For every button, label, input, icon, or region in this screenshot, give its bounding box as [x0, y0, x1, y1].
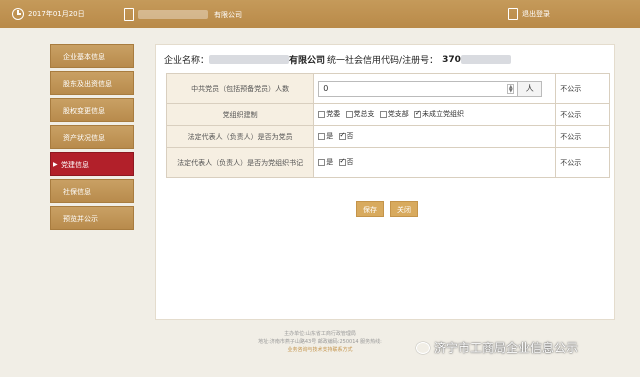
redacted-name — [138, 10, 208, 19]
logout-icon — [508, 8, 518, 20]
sidebar-item-preview[interactable]: 预览并公示 — [50, 206, 134, 230]
play-arrow-icon: ▶ — [53, 161, 58, 168]
checkbox-branch[interactable]: 党支部 — [379, 109, 409, 119]
main-panel: 企业名称： 有限公司 统一社会信用代码/注册号： 370 中共党员（包括预备党员… — [155, 44, 615, 320]
checkbox-no[interactable]: 否 — [338, 157, 354, 167]
sidebar-item-basic-info[interactable]: 企业基本信息 — [50, 44, 134, 68]
document-icon — [124, 8, 134, 21]
redacted-credit-code — [460, 55, 511, 64]
party-form-table: 中共党员（包括预备党员）人数 0 ▲ ▼ 人 不公示 党组织建制 党委 党总支 党… — [165, 73, 610, 178]
legal-rep-secretary-label: 法定代表人（负责人）是否为党组织书记 — [165, 147, 315, 178]
table-row: 党组织建制 党委 党总支 党支部 未成立党组织 不公示 — [165, 103, 610, 126]
company-display: 有限公司 — [124, 8, 242, 21]
sidebar-item-shareholders[interactable]: 股东及出资信息 — [50, 71, 134, 95]
party-organization-label: 党组织建制 — [165, 103, 315, 126]
table-row: 法定代表人（负责人）是否为党员 是 否 不公示 — [165, 125, 610, 148]
top-bar: 2017年01月20日 有限公司 退出登录 — [0, 0, 640, 28]
sidebar-item-assets[interactable]: 资产状况信息 — [50, 125, 134, 149]
logout-label[interactable]: 退出登录 — [522, 9, 550, 19]
unit-label: 人 — [518, 80, 543, 97]
wechat-icon — [416, 341, 430, 354]
date-text: 2017年01月20日 — [28, 10, 85, 18]
redacted-company — [209, 55, 290, 64]
checkbox-no[interactable]: 否 — [338, 131, 354, 141]
publicity-status: 不公示 — [555, 73, 610, 104]
publicity-status: 不公示 — [555, 125, 610, 148]
table-row: 中共党员（包括预备党员）人数 0 ▲ ▼ 人 不公示 — [165, 73, 610, 104]
company-header: 企业名称： 有限公司 统一社会信用代码/注册号： 370 — [164, 53, 511, 66]
company-suffix-text: 有限公司 — [214, 10, 242, 19]
watermark-text: 济宁市工商局企业信息公示 — [434, 341, 579, 355]
legal-rep-party-member-label: 法定代表人（负责人）是否为党员 — [165, 125, 315, 148]
checkbox-yes[interactable]: 是 — [318, 131, 333, 141]
sidebar-item-social-security[interactable]: 社保信息 — [50, 179, 134, 203]
logout-link[interactable]: 退出登录 — [508, 8, 550, 20]
sidebar-item-equity-change[interactable]: 股权变更信息 — [50, 98, 134, 122]
sidebar-item-party-building[interactable]: ▶ 党建信息 — [50, 152, 134, 176]
date-display: 2017年01月20日 — [12, 8, 85, 20]
party-member-count-input[interactable]: 0 ▲ ▼ — [318, 80, 519, 97]
spinner-icon[interactable]: ▲ ▼ — [507, 83, 515, 94]
footer-line: 主办单位:山东省工商行政管理局 — [284, 331, 356, 337]
checkbox-not-established[interactable]: 未成立党组织 — [413, 109, 464, 119]
publicity-status: 不公示 — [555, 147, 610, 178]
table-row: 法定代表人（负责人）是否为党组织书记 是 否 不公示 — [165, 147, 610, 178]
sidebar: 企业基本信息 股东及出资信息 股权变更信息 资产状况信息 ▶ 党建信息 社保信息 … — [50, 44, 134, 233]
clock-icon — [12, 8, 24, 20]
save-button[interactable]: 保存 — [356, 201, 384, 217]
checkbox-yes[interactable]: 是 — [318, 157, 333, 167]
checkbox-general-branch[interactable]: 党总支 — [345, 109, 375, 119]
party-member-count-label: 中共党员（包括预备党员）人数 — [165, 73, 315, 104]
checkbox-party-committee[interactable]: 党委 — [318, 109, 340, 119]
publicity-status: 不公示 — [555, 103, 610, 126]
form-buttons: 保存 关闭 — [356, 201, 424, 217]
close-button[interactable]: 关闭 — [390, 201, 418, 217]
watermark: 济宁市工商局企业信息公示 — [416, 339, 578, 356]
